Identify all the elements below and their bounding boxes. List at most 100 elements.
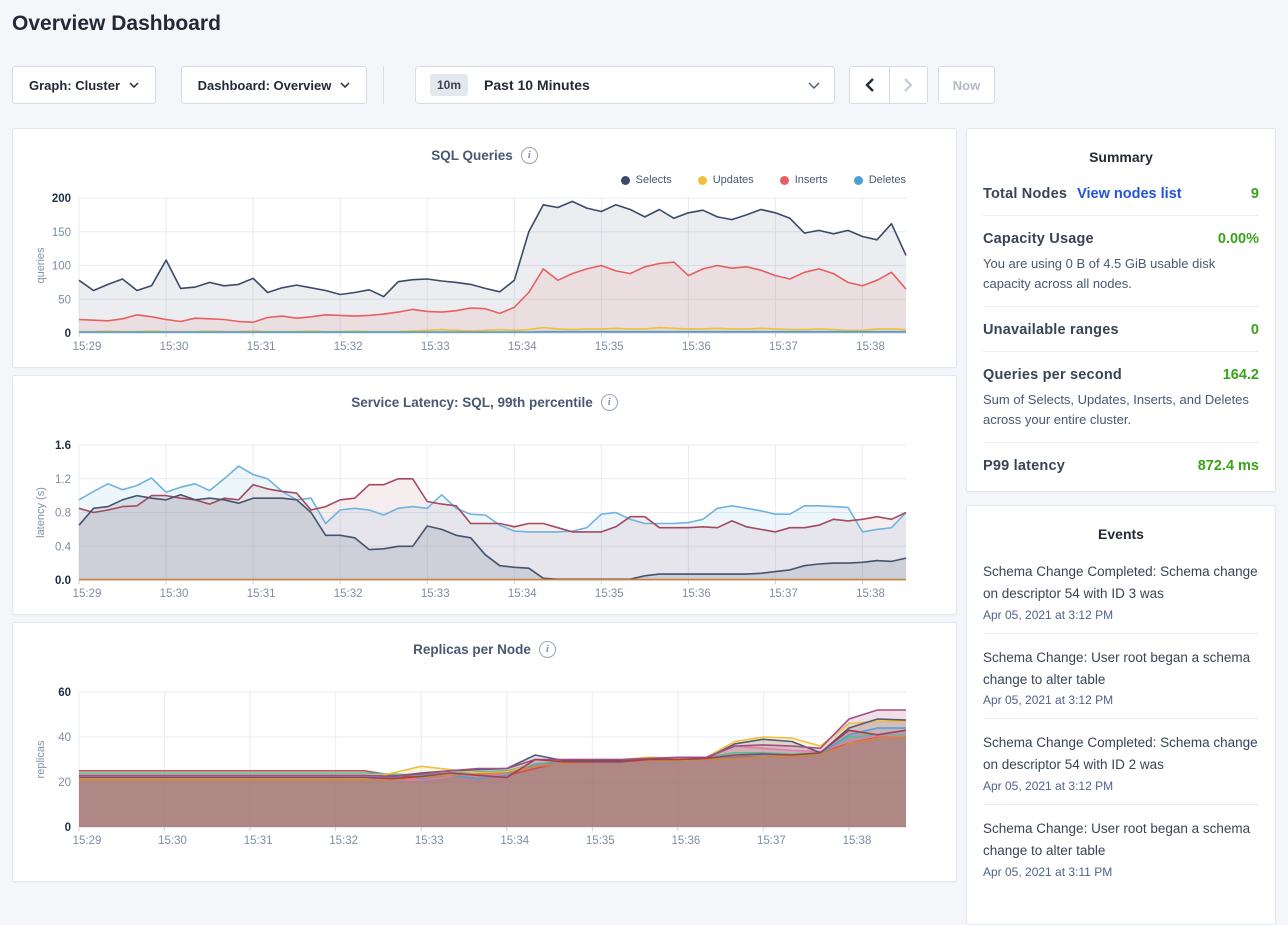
svg-text:15:29: 15:29 (73, 341, 102, 353)
chevron-down-icon (340, 82, 350, 88)
svg-text:15:36: 15:36 (671, 835, 700, 847)
svg-text:15:30: 15:30 (160, 588, 189, 600)
summary-row: Queries per second 164.2 Sum of Selects, U… (983, 351, 1259, 442)
event-timestamp: Apr 05, 2021 at 3:12 PM (983, 779, 1259, 793)
summary-panel: Summary Total Nodes View nodes list 9 Capac… (966, 128, 1276, 492)
replicas-per-node-panel: Replicas per Node i 020406015:2915:3015:… (12, 622, 957, 882)
svg-text:15:31: 15:31 (247, 588, 276, 600)
svg-text:100: 100 (52, 261, 71, 273)
summary-subtext: Sum of Selects, Updates, Inserts, and De… (983, 390, 1259, 429)
view-nodes-list-link[interactable]: View nodes list (1077, 186, 1182, 202)
svg-text:20: 20 (58, 777, 71, 789)
summary-row: Total Nodes View nodes list 9 (983, 171, 1259, 215)
service-latency-panel: Service Latency: SQL, 99th percentile i … (12, 375, 957, 615)
svg-text:0: 0 (65, 328, 71, 340)
svg-text:15:35: 15:35 (586, 835, 615, 847)
svg-text:1.2: 1.2 (55, 474, 71, 486)
svg-text:0.0: 0.0 (55, 575, 71, 587)
sql-queries-chart[interactable]: 0 50 100 150 200 15:29 15:30 15:31 15:32 15:33 15:… (13, 129, 958, 361)
event-timestamp: Apr 05, 2021 at 3:12 PM (983, 693, 1259, 707)
summary-label: Total Nodes (983, 186, 1067, 202)
event-item: Schema Change Completed: Schema change o… (983, 548, 1259, 633)
time-range-dropdown[interactable]: 10m Past 10 Minutes (415, 66, 835, 104)
event-item: Schema Change Completed: Schema change o… (983, 718, 1259, 804)
event-text: Schema Change: User root began a schema … (983, 647, 1259, 691)
svg-text:15:31: 15:31 (244, 835, 273, 847)
svg-text:0.4: 0.4 (55, 541, 72, 553)
svg-text:15:34: 15:34 (508, 341, 537, 353)
svg-text:queries: queries (35, 247, 47, 284)
svg-text:40: 40 (58, 732, 71, 744)
replicas-per-node-chart[interactable]: 020406015:2915:3015:3115:3215:3315:3415:… (13, 623, 958, 855)
svg-text:15:37: 15:37 (769, 588, 798, 600)
event-text: Schema Change Completed: Schema change o… (983, 732, 1259, 776)
summary-value: 9 (1251, 186, 1259, 202)
svg-text:15:35: 15:35 (595, 588, 624, 600)
svg-text:50: 50 (58, 294, 71, 306)
dashboard-dropdown[interactable]: Dashboard: Overview (181, 66, 367, 104)
svg-text:200: 200 (52, 193, 71, 205)
event-item: Schema Change: User root began a schema … (983, 633, 1259, 719)
svg-text:15:33: 15:33 (421, 341, 450, 353)
svg-text:15:37: 15:37 (757, 835, 786, 847)
summary-row: P99 latency 872.4 ms (983, 442, 1259, 487)
svg-text:15:36: 15:36 (682, 341, 711, 353)
summary-value: 0.00% (1218, 231, 1259, 247)
svg-text:15:34: 15:34 (508, 588, 537, 600)
time-forward-button[interactable] (889, 67, 928, 103)
svg-text:15:36: 15:36 (682, 588, 711, 600)
svg-text:15:30: 15:30 (158, 835, 187, 847)
svg-text:15:32: 15:32 (334, 588, 363, 600)
chevron-down-icon (129, 82, 139, 88)
event-text: Schema Change: User root began a schema … (983, 818, 1259, 862)
svg-text:15:30: 15:30 (160, 341, 189, 353)
svg-text:15:32: 15:32 (334, 341, 363, 353)
time-back-button[interactable] (850, 67, 889, 103)
summary-title: Summary (967, 129, 1275, 171)
page-title: Overview Dashboard (12, 12, 221, 36)
svg-text:1.6: 1.6 (55, 440, 71, 452)
events-title: Events (967, 506, 1275, 548)
summary-label: Queries per second (983, 367, 1122, 383)
summary-value: 164.2 (1223, 367, 1259, 383)
chevron-down-icon (808, 82, 820, 89)
summary-value: 0 (1251, 322, 1259, 338)
summary-label: Capacity Usage (983, 231, 1094, 247)
now-button[interactable]: Now (938, 66, 995, 104)
event-item: Schema Change: User root began a schema … (983, 804, 1259, 890)
svg-text:15:32: 15:32 (329, 835, 358, 847)
summary-row: Unavailable ranges0 (983, 306, 1259, 351)
svg-text:15:38: 15:38 (856, 341, 885, 353)
svg-text:60: 60 (58, 687, 71, 699)
svg-text:latency (s): latency (s) (35, 487, 47, 538)
event-timestamp: Apr 05, 2021 at 3:11 PM (983, 865, 1259, 879)
summary-value: 872.4 ms (1198, 458, 1259, 474)
summary-subtext: You are using 0 B of 4.5 GiB usable disk… (983, 254, 1259, 293)
service-latency-chart[interactable]: 0.0 0.4 0.8 1.2 1.6 15:29 15:30 15:31 15:32 15:33… (13, 376, 958, 608)
controls-divider (383, 66, 384, 104)
time-nav-group (849, 66, 928, 104)
svg-text:15:29: 15:29 (73, 588, 102, 600)
svg-text:15:34: 15:34 (500, 835, 529, 847)
svg-text:15:33: 15:33 (421, 588, 450, 600)
summary-row: Capacity Usage 0.00% You are using 0 B of … (983, 215, 1259, 306)
svg-text:15:38: 15:38 (843, 835, 872, 847)
events-panel: Events Schema Change Completed: Schema c… (966, 505, 1276, 925)
summary-label: P99 latency (983, 458, 1065, 474)
event-timestamp: Apr 05, 2021 at 3:12 PM (983, 608, 1259, 622)
svg-text:0: 0 (65, 822, 71, 834)
sql-queries-panel: SQL Queries i SelectsUpdatesInsertsDelet… (12, 128, 957, 368)
dashboard-dropdown-label: Dashboard: Overview (198, 78, 332, 93)
time-range-badge: 10m (430, 74, 468, 96)
svg-text:15:37: 15:37 (769, 341, 798, 353)
svg-text:15:38: 15:38 (856, 588, 885, 600)
svg-text:0.8: 0.8 (55, 508, 71, 520)
chevron-left-icon (865, 78, 874, 92)
svg-text:15:33: 15:33 (415, 835, 444, 847)
svg-text:replicas: replicas (35, 740, 47, 778)
graph-dropdown-label: Graph: Cluster (29, 78, 120, 93)
svg-text:150: 150 (52, 227, 71, 239)
graph-dropdown[interactable]: Graph: Cluster (12, 66, 156, 104)
svg-text:15:31: 15:31 (247, 341, 276, 353)
svg-text:15:35: 15:35 (595, 341, 624, 353)
